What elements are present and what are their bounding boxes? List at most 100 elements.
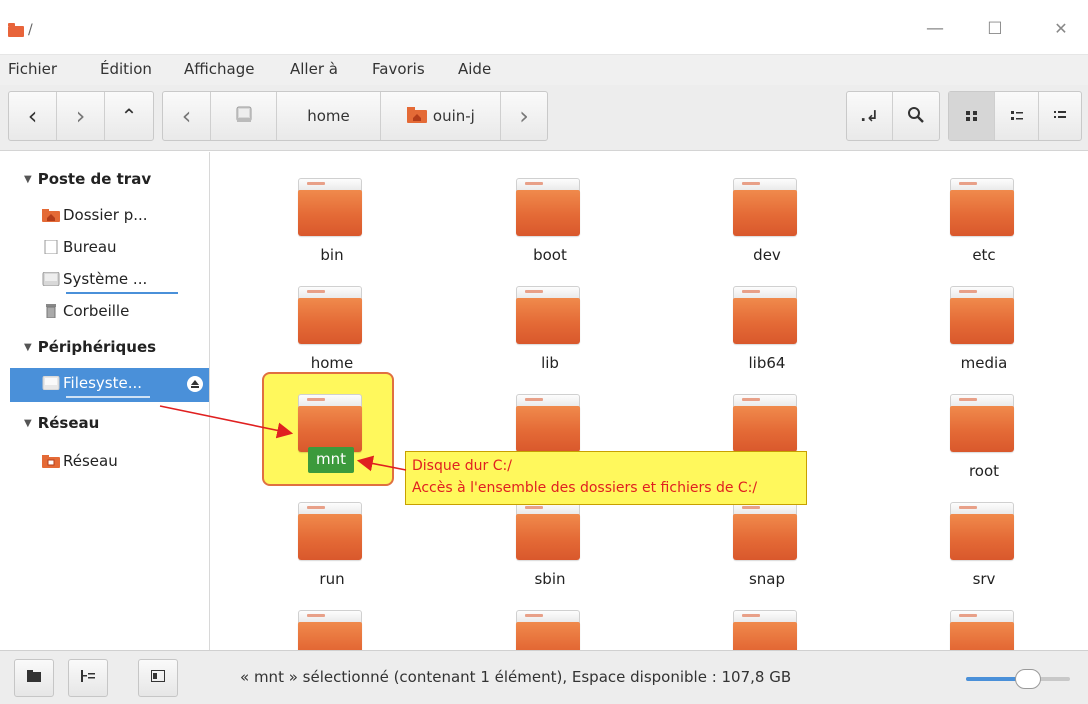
folder-label: etc <box>972 246 996 264</box>
preview-pane-button[interactable] <box>138 659 178 697</box>
menu-aller-a[interactable]: Aller à <box>290 60 338 78</box>
folder-item[interactable]: boot <box>510 176 590 276</box>
sidebar-section-network[interactable]: ▼ Réseau <box>24 414 99 432</box>
path-user-label: ouin-j <box>432 107 475 125</box>
eject-button[interactable] <box>187 376 203 392</box>
drive-icon <box>42 272 60 286</box>
menu-edition[interactable]: Édition <box>100 60 152 78</box>
forward-button[interactable]: › <box>57 92 105 140</box>
folder-item[interactable]: etc <box>944 176 1024 276</box>
zoom-handle[interactable] <box>1015 669 1041 689</box>
icon-view-icon <box>965 111 977 121</box>
menu-favoris[interactable]: Favoris <box>372 60 425 78</box>
sidebar-section-devices[interactable]: ▼ Périphériques <box>24 338 156 356</box>
sidebar-section-computer[interactable]: ▼ Poste de trav <box>24 170 151 188</box>
folder-item[interactable]: snap <box>727 500 807 600</box>
nav-button-group: ‹ › ⌃ <box>8 91 154 141</box>
folder-icon <box>950 406 1014 452</box>
folder-icon <box>950 298 1014 344</box>
folder-item[interactable]: media <box>944 284 1024 384</box>
annotation-line-1: Disque dur C:/ <box>412 458 512 474</box>
expand-arrow-icon: ▼ <box>24 418 32 429</box>
file-view: binbootdevetchomeliblib64mediaoptprocroo… <box>212 152 1088 650</box>
annotation-callout: Disque dur C:/ Accès à l'ensemble des do… <box>405 451 807 505</box>
path-scroll-right-button[interactable]: › <box>501 92 547 140</box>
sidebar: ▼ Poste de trav Dossier p... Bureau Systè… <box>10 152 210 650</box>
maximize-button[interactable]: ☐ <box>978 14 1012 44</box>
path-root-button[interactable] <box>211 92 277 140</box>
compact-view-icon <box>1010 111 1023 120</box>
sidebar-item-home[interactable]: Dossier p... <box>42 206 148 230</box>
section-title: Périphériques <box>37 338 157 356</box>
drive-icon <box>236 106 251 122</box>
up-button[interactable]: ⌃ <box>105 92 153 140</box>
folder-item[interactable] <box>727 608 807 650</box>
eject-icon <box>191 380 199 388</box>
trash-icon <box>46 304 56 318</box>
path-scroll-left-button[interactable]: ‹ <box>163 92 211 140</box>
folder-icon <box>733 190 797 236</box>
folder-label: srv <box>972 570 996 588</box>
menu-affichage[interactable]: Affichage <box>184 60 254 78</box>
close-button[interactable]: ✕ <box>1044 14 1078 44</box>
sidebar-item-label: Bureau <box>63 238 117 256</box>
toggle-sidebar-button[interactable] <box>14 659 54 697</box>
icon-view-button[interactable] <box>949 92 995 140</box>
folder-item[interactable] <box>292 392 372 492</box>
menu-fichier[interactable]: Fichier <box>8 60 57 78</box>
zoom-slider[interactable] <box>966 669 1070 689</box>
path-user-button[interactable]: ouin-j <box>381 92 501 140</box>
folder-item[interactable]: lib64 <box>727 284 807 384</box>
folder-icon <box>8 23 24 37</box>
folder-item[interactable] <box>292 608 372 650</box>
folder-item[interactable]: run <box>292 500 372 600</box>
folder-icon <box>516 622 580 650</box>
folder-label: run <box>319 570 345 588</box>
usage-bar <box>66 396 150 398</box>
sidebar-item-label: Réseau <box>63 452 118 470</box>
folder-item[interactable]: bin <box>292 176 372 276</box>
menu-aide[interactable]: Aide <box>458 60 491 78</box>
folder-icon <box>950 190 1014 236</box>
folder-item[interactable] <box>510 608 590 650</box>
expand-arrow-icon: ▼ <box>24 342 32 353</box>
folder-pane-icon <box>27 670 41 682</box>
sidebar-item-network[interactable]: Réseau <box>42 452 118 476</box>
search-button[interactable] <box>893 92 939 140</box>
folder-label: boot <box>533 246 567 264</box>
sidebar-item-filesystem-device[interactable]: Filesyste... <box>42 374 150 398</box>
open-location-button[interactable]: .↲ <box>847 92 893 140</box>
sidebar-item-desktop[interactable]: Bureau <box>42 238 117 262</box>
minimize-button[interactable]: — <box>918 14 952 44</box>
folder-icon <box>733 622 797 650</box>
folder-icon <box>950 622 1014 650</box>
folder-item[interactable]: dev <box>727 176 807 276</box>
folder-item[interactable]: root <box>944 392 1024 492</box>
list-view-button[interactable] <box>1039 92 1081 140</box>
path-home-button[interactable]: home <box>277 92 381 140</box>
tree-view-button[interactable] <box>68 659 108 697</box>
tree-icon <box>81 670 95 682</box>
sidebar-item-label: Dossier p... <box>63 206 148 224</box>
view-mode-group <box>948 91 1082 141</box>
folder-label: root <box>968 462 1000 480</box>
folder-icon <box>516 190 580 236</box>
action-button-group: .↲ <box>846 91 940 141</box>
folder-item[interactable]: srv <box>944 500 1024 600</box>
selected-folder-label: mnt <box>308 447 354 473</box>
folder-item[interactable]: sbin <box>510 500 590 600</box>
search-icon <box>908 107 924 123</box>
section-title: Réseau <box>37 414 100 432</box>
folder-item[interactable]: home <box>292 284 372 384</box>
folder-item[interactable] <box>944 608 1024 650</box>
sidebar-item-trash[interactable]: Corbeille <box>42 302 129 326</box>
compact-view-button[interactable] <box>995 92 1039 140</box>
folder-icon <box>298 190 362 236</box>
sidebar-item-filesystem[interactable]: Système ... <box>42 270 178 294</box>
folder-item[interactable]: lib <box>510 284 590 384</box>
folder-icon <box>516 514 580 560</box>
folder-icon <box>733 406 797 452</box>
back-button[interactable]: ‹ <box>9 92 57 140</box>
folder-icon <box>733 298 797 344</box>
home-folder-icon <box>407 107 428 123</box>
